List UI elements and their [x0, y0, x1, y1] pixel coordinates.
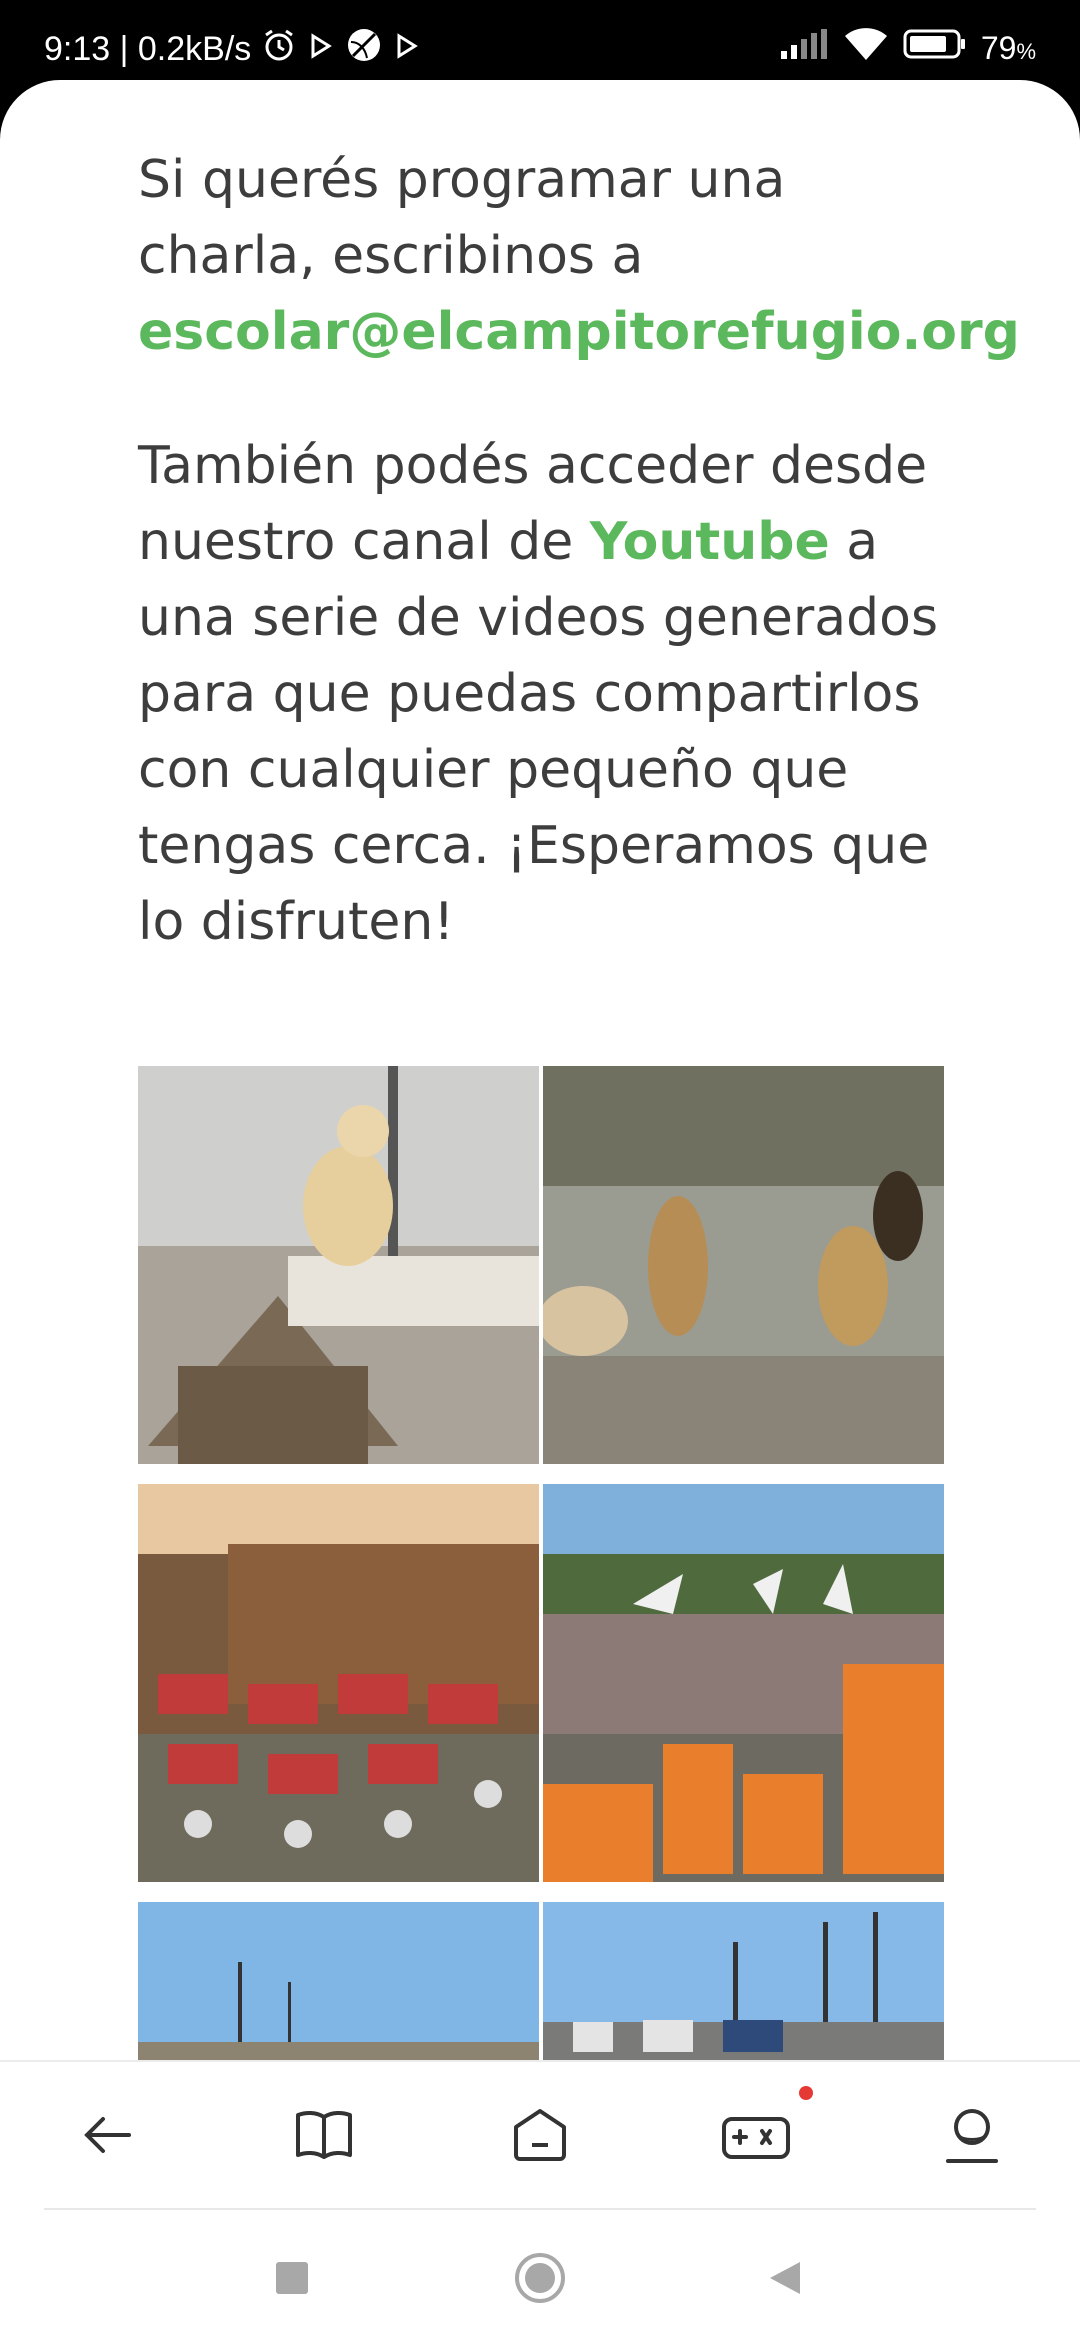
book-icon: [294, 2107, 354, 2167]
status-right: 79%: [779, 26, 1036, 70]
triangle-back-icon: [764, 2258, 804, 2302]
photo-dogs-behind-fence[interactable]: [543, 1066, 944, 1464]
photo-dog-on-doghouse[interactable]: [138, 1066, 539, 1464]
bottom-navigation: [0, 2060, 1080, 2210]
email-link[interactable]: escolar@elcampitorefugio.org: [138, 302, 1020, 362]
square-icon: [275, 2261, 309, 2299]
home-button[interactable]: [465, 2062, 615, 2212]
alarm-icon: [261, 27, 297, 72]
youtube-link[interactable]: Youtube: [590, 512, 830, 572]
games-button[interactable]: [681, 2062, 831, 2212]
gamepad-icon: [720, 2105, 792, 2169]
circle-icon: [514, 2252, 566, 2308]
photo-dog-wheelchairs[interactable]: [138, 1484, 539, 1882]
photo-landscape[interactable]: [138, 1902, 539, 2060]
time-speed: 9:13 | 0.2kB/s: [44, 30, 252, 68]
intro-text: Si querés programar una charla, escribin…: [138, 150, 786, 286]
youtube-paragraph: También podés acceder desde nuestro cana…: [138, 428, 958, 960]
recents-button[interactable]: [252, 2240, 332, 2320]
profile-icon: [944, 2105, 1000, 2169]
home-icon: [510, 2105, 570, 2169]
back-arrow-icon: [79, 2107, 135, 2167]
battery-icon: [903, 28, 967, 68]
book-button[interactable]: [249, 2062, 399, 2212]
sport-icon: [345, 26, 383, 73]
system-back-button[interactable]: [744, 2240, 824, 2320]
content-sheet: Si querés programar una charla, escribin…: [0, 80, 1080, 2060]
contact-paragraph: Si querés programar una charla, escribin…: [138, 142, 1020, 370]
profile-button[interactable]: [897, 2062, 1047, 2212]
body-text-after: a una serie de videos generados para que…: [138, 512, 939, 952]
system-navigation: [0, 2210, 1080, 2340]
photo-road-cars[interactable]: [543, 1902, 944, 2060]
battery-level: 79%: [980, 29, 1036, 66]
back-button[interactable]: [32, 2062, 182, 2212]
notification-dot: [799, 2086, 813, 2100]
play-icon: [307, 30, 335, 69]
signal-icon: [779, 29, 829, 67]
wifi-icon: [843, 26, 889, 70]
photo-crowd-march[interactable]: [543, 1484, 944, 1882]
status-left: 9:13 | 0.2kB/s: [44, 26, 421, 73]
play-icon: [393, 30, 421, 69]
system-home-button[interactable]: [500, 2240, 580, 2320]
